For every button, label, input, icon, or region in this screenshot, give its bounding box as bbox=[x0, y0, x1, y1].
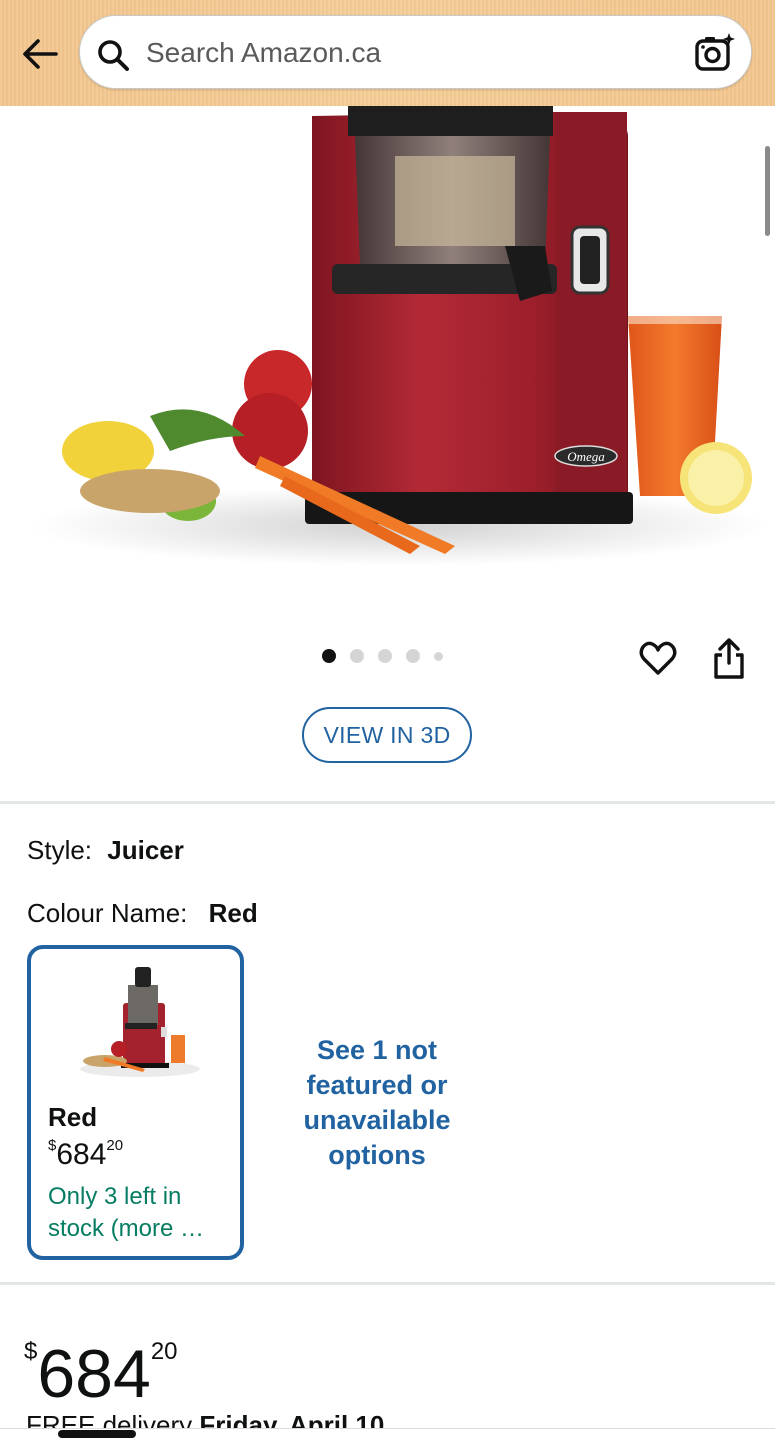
pagination-dot-1[interactable] bbox=[322, 649, 336, 663]
colour-label: Colour Name: bbox=[27, 898, 188, 928]
variant-price-dollars: 684 bbox=[56, 1138, 107, 1171]
main-price: $68420 bbox=[24, 1312, 178, 1414]
search-icon[interactable] bbox=[96, 38, 130, 72]
style-row: Style: Juicer bbox=[27, 835, 184, 866]
search-bar[interactable] bbox=[79, 15, 752, 89]
variant-thumbnail bbox=[80, 967, 200, 1077]
unavailable-options-link[interactable]: See 1 not featured or unavailable option… bbox=[282, 1033, 472, 1173]
search-input[interactable] bbox=[146, 28, 666, 78]
pagination-dot-4[interactable] bbox=[406, 649, 420, 663]
variant-stock-status: Only 3 left in stock (more … bbox=[48, 1183, 205, 1242]
colour-row: Colour Name: Red bbox=[27, 898, 258, 929]
back-arrow-icon bbox=[23, 39, 58, 69]
main-price-cents: 20 bbox=[150, 1338, 178, 1365]
share-icon bbox=[714, 638, 744, 679]
style-value: Juicer bbox=[107, 835, 184, 865]
heart-icon bbox=[639, 641, 677, 675]
section-divider bbox=[0, 801, 775, 804]
pagination-dot-5[interactable] bbox=[434, 651, 443, 661]
main-price-currency: $ bbox=[24, 1338, 38, 1365]
camera-sparkle-icon[interactable] bbox=[694, 32, 736, 74]
home-indicator[interactable] bbox=[58, 1430, 136, 1438]
style-label: Style: bbox=[27, 835, 93, 865]
variant-card-red[interactable]: Red $68420 Only 3 left in stock (more … bbox=[27, 945, 244, 1260]
section-divider bbox=[0, 1282, 775, 1285]
image-pagination-dots[interactable] bbox=[322, 649, 443, 663]
scrollbar[interactable] bbox=[765, 146, 770, 236]
share-button[interactable] bbox=[710, 638, 748, 680]
juicer-logo-text: Omega bbox=[567, 449, 605, 464]
pagination-dot-3[interactable] bbox=[378, 649, 392, 663]
juicer-product-photo: Omega bbox=[0, 106, 775, 606]
variant-price-cents: 20 bbox=[106, 1137, 124, 1154]
colour-value: Red bbox=[208, 898, 258, 928]
main-price-dollars: 684 bbox=[37, 1336, 151, 1412]
pagination-dot-2[interactable] bbox=[350, 649, 364, 663]
variant-price: $68420 bbox=[48, 1137, 123, 1172]
variant-name: Red bbox=[48, 1102, 98, 1132]
product-image[interactable]: Omega bbox=[0, 106, 775, 606]
view-in-3d-button[interactable]: VIEW IN 3D bbox=[302, 707, 472, 763]
wishlist-button[interactable] bbox=[638, 638, 678, 678]
top-bar bbox=[0, 0, 775, 106]
back-button[interactable] bbox=[18, 34, 62, 74]
